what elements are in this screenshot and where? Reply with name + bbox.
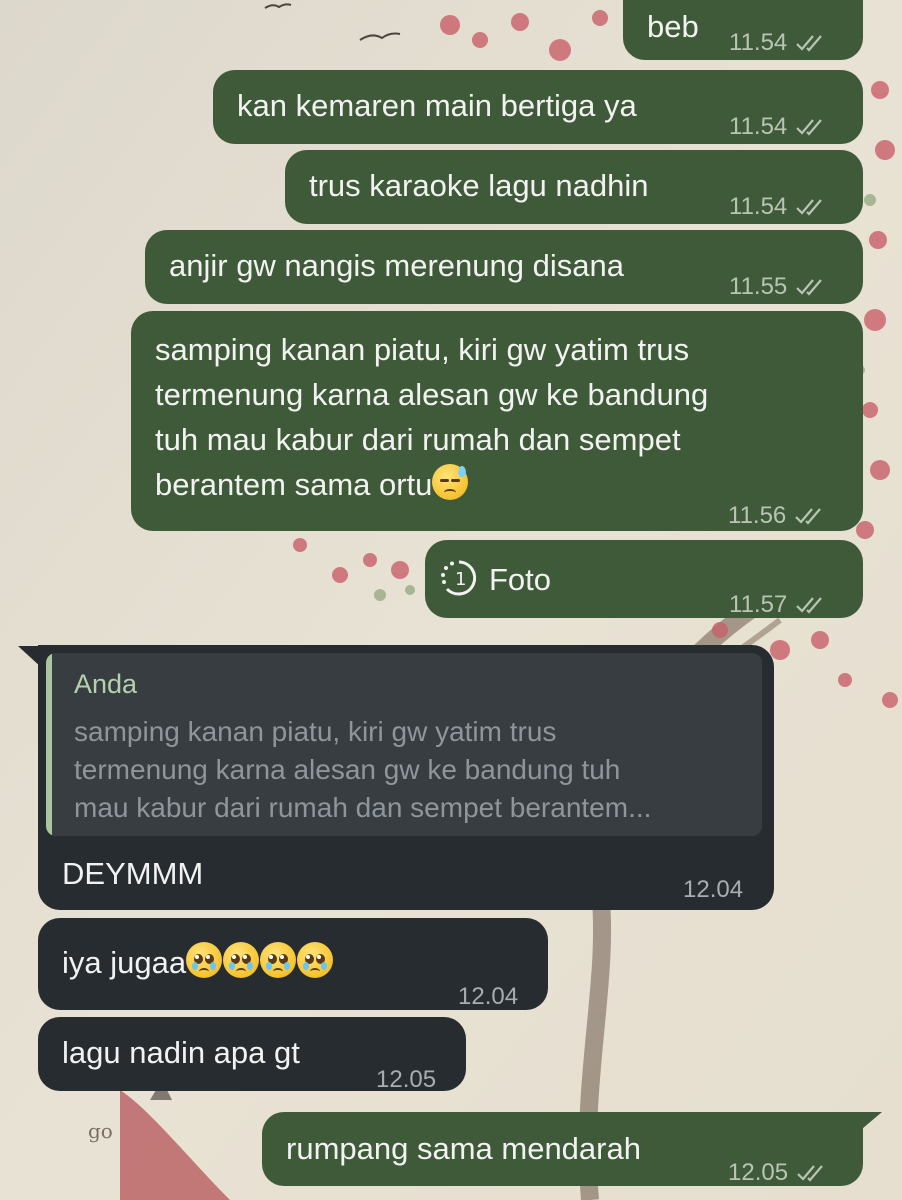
message-time: 12.04: [683, 876, 744, 903]
view-once-photo-label: 1 Foto: [439, 558, 551, 601]
message-time: 11.54: [729, 193, 788, 220]
message-text: trus karaoke lagu nadhin: [309, 168, 649, 203]
double-check-icon: [796, 597, 823, 614]
message-text-content: iya jugaa: [62, 945, 187, 980]
message-line: berantem sama ortu: [155, 467, 433, 502]
message-time: 11.57: [729, 591, 788, 618]
message-bubble-incoming[interactable]: lagu nadin apa gt 12.05: [38, 1017, 466, 1093]
pleading-face-icon: [260, 942, 297, 978]
svg-text:go: go: [88, 1119, 113, 1143]
message-line: tuh mau kabur dari rumah dan sempet: [155, 422, 681, 457]
message-meta: 12.05: [376, 1059, 436, 1101]
photo-label-text: Foto: [489, 562, 552, 597]
double-check-icon: [795, 508, 822, 525]
double-check-icon: [796, 119, 823, 136]
message-bubble-outgoing[interactable]: beb 11.54: [623, 0, 863, 60]
message-text: iya jugaa: [62, 942, 334, 984]
message-text: kan kemaren main bertiga ya: [237, 88, 637, 123]
message-bubble-outgoing[interactable]: rumpang sama mendarah 12.05: [262, 1112, 863, 1186]
double-check-icon: [796, 279, 823, 296]
message-text: samping kanan piatu, kiri gw yatim trus …: [155, 327, 708, 507]
message-time: 12.04: [458, 983, 519, 1010]
view-once-photo-bubble[interactable]: 1 Foto 11.57: [425, 540, 863, 618]
quote-line: samping kanan piatu, kiri gw yatim trus: [74, 716, 557, 747]
message-time: 11.54: [729, 113, 788, 140]
message-time: 12.05: [376, 1066, 437, 1093]
quote-bar: [46, 653, 52, 836]
pleading-face-icon: [297, 942, 334, 978]
view-once-icon: 1: [441, 560, 477, 596]
message-bubble-incoming[interactable]: iya jugaa 12.04: [38, 918, 548, 1010]
message-bubble-outgoing[interactable]: trus karaoke lagu nadhin 11.54: [285, 150, 863, 224]
message-meta: 12.04: [458, 976, 518, 1018]
double-check-icon: [796, 199, 823, 216]
svg-text:1: 1: [455, 569, 466, 590]
message-meta: 11.54: [729, 22, 827, 64]
message-meta: 11.54: [729, 186, 827, 228]
message-meta: 11.57: [729, 584, 827, 626]
quote-text: samping kanan piatu, kiri gw yatim trus …: [74, 713, 754, 827]
message-text: beb: [647, 9, 699, 44]
message-bubble-outgoing[interactable]: kan kemaren main bertiga ya 11.54: [213, 70, 863, 144]
quote-line: mau kabur dari rumah dan sempet berantem…: [74, 792, 652, 823]
message-time: 11.56: [728, 502, 787, 529]
double-check-icon: [796, 35, 823, 52]
message-meta: 11.56: [728, 495, 826, 537]
message-line: termenung karna alesan gw ke bandung: [155, 377, 709, 412]
message-text: lagu nadin apa gt: [62, 1035, 300, 1070]
pleading-face-icon: [186, 942, 223, 978]
message-meta: 11.54: [729, 106, 827, 148]
pleading-face-icon: [223, 942, 260, 978]
quote-line: termenung karna alesan gw ke bandung tuh: [74, 754, 621, 785]
quoted-message[interactable]: Anda samping kanan piatu, kiri gw yatim …: [46, 653, 762, 836]
message-meta: 11.55: [729, 266, 827, 308]
message-line: samping kanan piatu, kiri gw yatim trus: [155, 332, 690, 367]
message-time: 12.05: [728, 1159, 789, 1186]
message-meta: 12.05: [728, 1152, 828, 1194]
quote-author: Anda: [74, 669, 138, 699]
message-time: 11.54: [729, 29, 788, 56]
double-check-icon: [797, 1165, 823, 1182]
message-text: anjir gw nangis merenung disana: [169, 248, 624, 283]
message-time: 11.55: [729, 273, 788, 300]
message-text: DEYMMM: [62, 856, 204, 891]
sad-but-relieved-face-icon: [432, 464, 469, 500]
message-bubble-outgoing[interactable]: samping kanan piatu, kiri gw yatim trus …: [131, 311, 863, 531]
message-text: rumpang sama mendarah: [286, 1131, 641, 1166]
message-bubble-outgoing[interactable]: anjir gw nangis merenung disana 11.55: [145, 230, 863, 304]
